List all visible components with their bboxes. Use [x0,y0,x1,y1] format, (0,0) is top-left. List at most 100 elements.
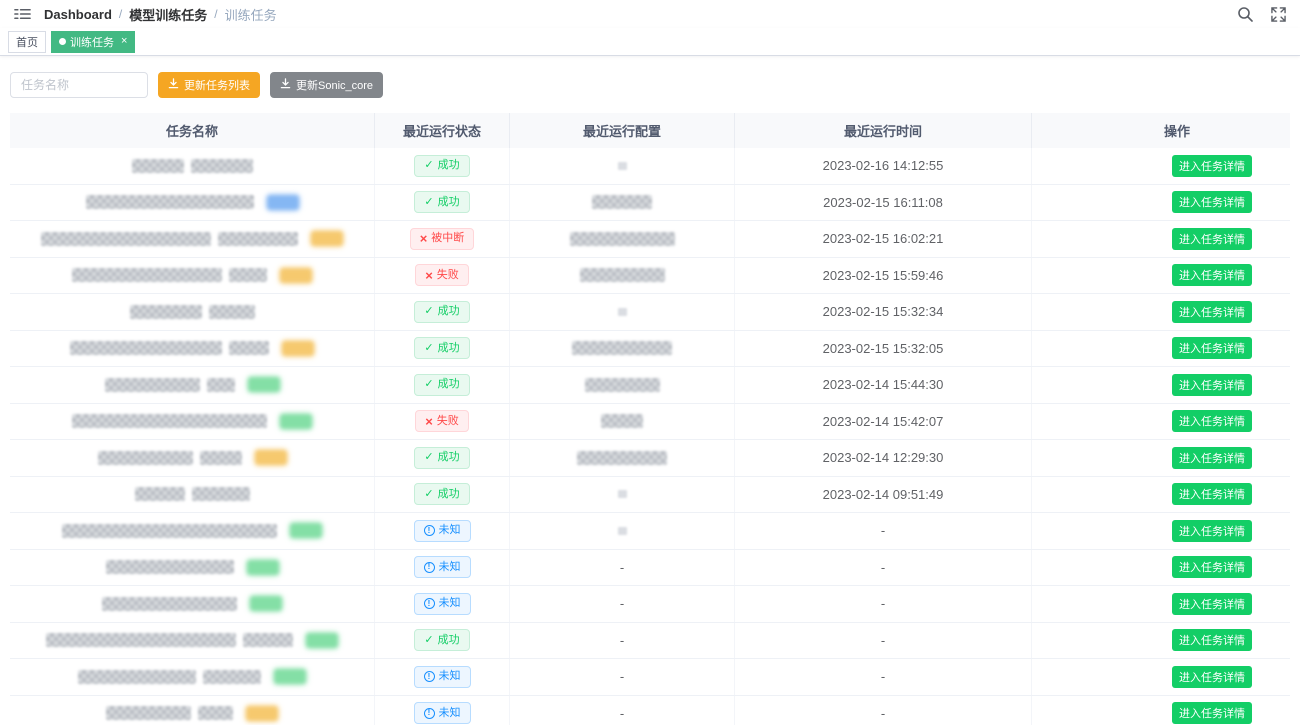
status-cell: 未知 [375,659,510,695]
config-cell: - [510,586,735,622]
tags-view-bar: 首页 训练任务 × [0,28,1300,56]
redacted-task-name [86,195,254,209]
config-cell [510,294,735,330]
config-cell: - [510,696,735,725]
breadcrumb-separator: / [119,7,122,21]
update-task-list-button[interactable]: 更新任务列表 [158,72,260,98]
redacted-tag [306,633,338,648]
redacted-task-name [106,560,234,574]
tasks-table: 任务名称 最近运行状态 最近运行配置 最近运行时间 操作 成功 2023-02-… [10,113,1290,725]
time-cell: 2023-02-15 15:59:46 [735,258,1032,294]
enter-task-detail-button[interactable]: 进入任务详情 [1172,702,1252,724]
status-badge: 失败 [415,264,469,286]
table-row: 成功 - - 进入任务详情 [10,623,1290,660]
redacted-task-name [243,633,293,647]
task-name-cell [10,513,375,549]
status-cell: 成功 [375,294,510,330]
enter-task-detail-button[interactable]: 进入任务详情 [1172,155,1252,177]
status-cell: 成功 [375,477,510,513]
status-badge: 未知 [414,666,471,688]
col-header-run-status: 最近运行状态 [375,113,510,148]
enter-task-detail-button[interactable]: 进入任务详情 [1172,483,1252,505]
status-icon [425,269,433,282]
action-cell: 进入任务详情 [1032,148,1290,184]
table-row: 未知 - - 进入任务详情 [10,586,1290,623]
config-cell: - [510,623,735,659]
search-icon[interactable] [1237,6,1253,22]
breadcrumb-dashboard[interactable]: Dashboard [44,7,112,22]
breadcrumb-model-training[interactable]: 模型训练任务 [129,5,207,24]
redacted-task-name [209,305,255,319]
redacted-tag [280,414,312,429]
redacted-config [592,195,652,209]
status-cell: 未知 [375,550,510,586]
status-badge: 未知 [414,520,471,542]
enter-task-detail-button[interactable]: 进入任务详情 [1172,191,1252,213]
enter-task-detail-button[interactable]: 进入任务详情 [1172,556,1252,578]
redacted-config [580,268,665,282]
redacted-config [618,490,627,498]
enter-task-detail-button[interactable]: 进入任务详情 [1172,410,1252,432]
time-cell: - [735,696,1032,725]
table-row: 未知 - - 进入任务详情 [10,696,1290,725]
button-label: 更新任务列表 [184,77,250,93]
status-badge: 成功 [414,301,469,323]
redacted-tag [274,669,306,684]
tab-home[interactable]: 首页 [8,31,46,53]
time-cell: 2023-02-15 15:32:34 [735,294,1032,330]
enter-task-detail-button[interactable]: 进入任务详情 [1172,666,1252,688]
table-row: 失败 2023-02-14 15:42:07 进入任务详情 [10,404,1290,441]
status-cell: 未知 [375,586,510,622]
table-row: 成功 2023-02-14 09:51:49 进入任务详情 [10,477,1290,514]
action-cell: 进入任务详情 [1032,623,1290,659]
task-name-cell [10,696,375,725]
status-icon [424,306,433,317]
redacted-task-name [72,268,222,282]
enter-task-detail-button[interactable]: 进入任务详情 [1172,593,1252,615]
config-cell [510,404,735,440]
col-header-run-time: 最近运行时间 [735,113,1032,148]
status-badge: 未知 [414,556,471,578]
action-cell: 进入任务详情 [1032,659,1290,695]
task-name-cell [10,221,375,257]
tab-close-icon[interactable]: × [121,36,127,47]
fullscreen-icon[interactable] [1271,7,1286,22]
status-cell: 失败 [375,258,510,294]
task-name-cell [10,185,375,221]
redacted-config [570,232,675,246]
redacted-tag [255,450,287,465]
enter-task-detail-button[interactable]: 进入任务详情 [1172,264,1252,286]
status-icon [424,671,435,682]
config-cell: - [510,550,735,586]
status-cell: 失败 [375,404,510,440]
action-cell: 进入任务详情 [1032,586,1290,622]
redacted-tag [247,560,279,575]
status-icon [424,452,433,463]
task-name-input[interactable] [10,72,148,98]
task-name-cell [10,550,375,586]
enter-task-detail-button[interactable]: 进入任务详情 [1172,228,1252,250]
enter-task-detail-button[interactable]: 进入任务详情 [1172,337,1252,359]
enter-task-detail-button[interactable]: 进入任务详情 [1172,629,1252,651]
action-cell: 进入任务详情 [1032,696,1290,725]
enter-task-detail-button[interactable]: 进入任务详情 [1172,301,1252,323]
enter-task-detail-button[interactable]: 进入任务详情 [1172,447,1252,469]
status-label: 未知 [439,562,461,573]
status-label: 成功 [438,452,460,463]
table-row: 未知 - - 进入任务详情 [10,659,1290,696]
time-cell: 2023-02-16 14:12:55 [735,148,1032,184]
action-cell: 进入任务详情 [1032,258,1290,294]
redacted-config [577,451,667,465]
enter-task-detail-button[interactable]: 进入任务详情 [1172,520,1252,542]
enter-task-detail-button[interactable]: 进入任务详情 [1172,374,1252,396]
redacted-tag [282,341,314,356]
tab-training-tasks[interactable]: 训练任务 × [51,31,135,53]
update-sonic-core-button[interactable]: 更新Sonic_core [270,72,383,98]
redacted-tag [280,268,312,283]
redacted-config [618,527,627,535]
config-cell: - [510,659,735,695]
status-label: 成功 [438,197,460,208]
sidebar-toggle-icon[interactable] [14,7,31,21]
status-icon [424,635,433,646]
redacted-task-name [135,487,185,501]
